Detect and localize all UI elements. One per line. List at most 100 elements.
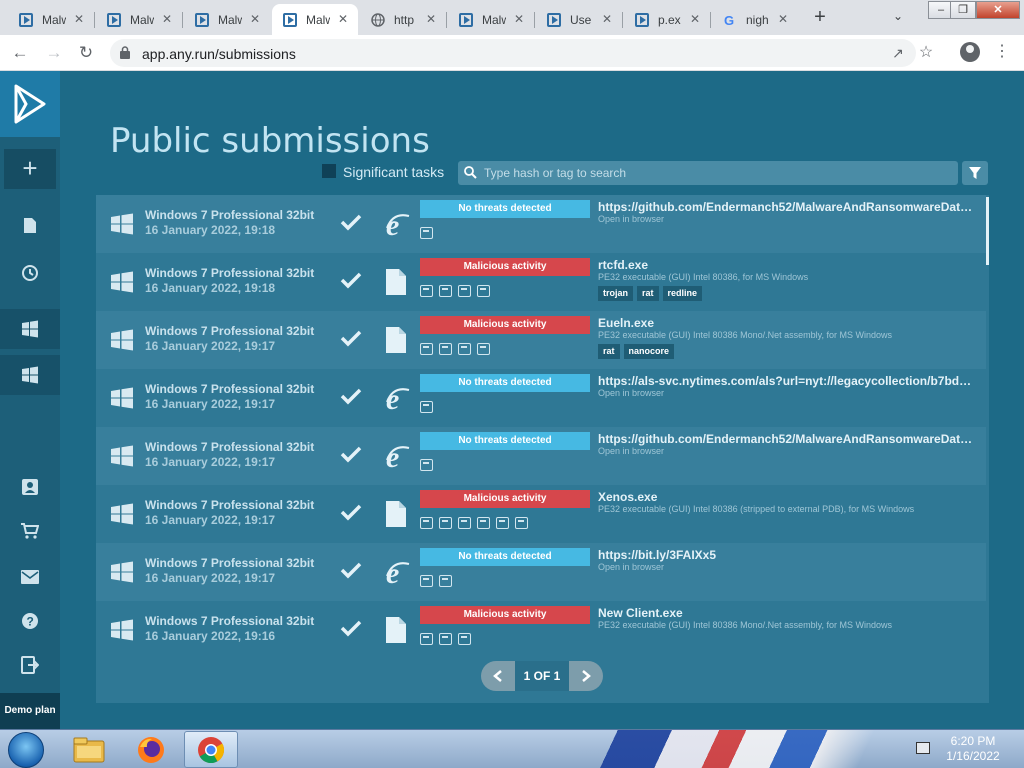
main-content: Public submissions Significant tasks Win… [60, 71, 1024, 729]
chrome-icon[interactable] [184, 731, 238, 768]
maximize-window-button[interactable]: ❐ [950, 1, 976, 19]
submission-name[interactable]: Eueln.exe [598, 316, 976, 330]
reload-icon[interactable]: ↻ [74, 41, 98, 65]
close-tab-icon[interactable]: ✕ [776, 12, 790, 26]
tag[interactable]: nanocore [623, 344, 675, 359]
close-tab-icon[interactable]: ✕ [600, 12, 614, 26]
forward-icon[interactable]: → [42, 41, 66, 65]
profile-icon[interactable] [0, 467, 60, 507]
anyrun-icon [18, 12, 34, 28]
close-tab-icon[interactable]: ✕ [248, 12, 262, 26]
submission-name[interactable]: rtcfd.exe [598, 258, 976, 272]
submission-row[interactable]: Windows 7 Professional 32bit 16 January 2… [96, 427, 986, 485]
explorer-icon[interactable] [62, 731, 116, 768]
tag[interactable]: rat [637, 286, 659, 301]
os-label: Windows 7 Professional 32bit [145, 382, 315, 396]
behavior-icons [420, 575, 452, 589]
tab-separator [534, 12, 535, 28]
close-tab-icon[interactable]: ✕ [336, 12, 350, 26]
filter-button[interactable] [962, 161, 988, 185]
verdict-badge: Malicious activity [420, 606, 590, 624]
browser-tab[interactable]: Malw ✕ [448, 4, 534, 35]
behavior-icon [458, 633, 471, 645]
anyrun-logo-icon[interactable] [0, 71, 60, 137]
check-icon [340, 446, 362, 463]
profile-icon[interactable] [960, 42, 980, 62]
submission-name[interactable]: https://github.com/Endermanch52/MalwareA… [598, 432, 976, 446]
start-button[interactable] [8, 732, 44, 768]
system-clock[interactable]: 6:20 PM 1/16/2022 [938, 734, 1008, 764]
internet-explorer-icon: e [386, 442, 410, 470]
network-tray-icon[interactable] [916, 742, 930, 754]
cart-icon[interactable] [0, 511, 60, 551]
behavior-icon [439, 633, 452, 645]
close-tab-icon[interactable]: ✕ [512, 12, 526, 26]
browser-tab[interactable]: Malw ✕ [184, 4, 270, 35]
demo-plan-label[interactable]: Demo plan [0, 693, 60, 729]
browser-tab[interactable]: Malw ✕ [272, 4, 358, 35]
back-icon[interactable]: ← [8, 41, 32, 65]
prev-page-button[interactable] [481, 661, 515, 691]
close-tab-icon[interactable]: ✕ [160, 12, 174, 26]
new-tab-icon[interactable]: + [808, 6, 832, 30]
submission-description: PE32 executable (GUI) Intel 80386 Mono/.… [598, 330, 892, 340]
anyrun-icon [634, 12, 650, 28]
tab-separator [182, 12, 183, 28]
svg-text:G: G [724, 13, 734, 27]
tab-title: Malw [42, 12, 66, 27]
submission-name[interactable]: https://github.com/Endermanch52/MalwareA… [598, 200, 976, 214]
internet-explorer-icon: e [386, 210, 410, 238]
tab-title: Malw [482, 12, 506, 27]
significant-tasks-label[interactable]: Significant tasks [343, 164, 444, 180]
submission-name[interactable]: https://bit.ly/3FAIXx5 [598, 548, 976, 562]
menu-icon[interactable]: ⋮ [994, 41, 1010, 61]
tag[interactable]: rat [598, 344, 620, 359]
tab-search-icon[interactable]: ⌄ [888, 9, 908, 27]
search-bar[interactable] [458, 161, 958, 185]
submission-row[interactable]: Windows 7 Professional 32bit 16 January 2… [96, 601, 986, 655]
firefox-icon[interactable] [124, 731, 178, 768]
share-icon[interactable]: ↗ [888, 43, 908, 63]
star-icon[interactable]: ☆ [916, 43, 936, 63]
browser-tab[interactable]: Malw ✕ [8, 4, 94, 35]
scrollbar[interactable] [986, 197, 989, 265]
close-tab-icon[interactable]: ✕ [424, 12, 438, 26]
browser-tab[interactable]: Malw ✕ [96, 4, 182, 35]
close-tab-icon[interactable]: ✕ [688, 12, 702, 26]
submission-row[interactable]: Windows 7 Professional 32bit 16 January 2… [96, 253, 986, 311]
browser-tab[interactable]: Use ✕ [536, 4, 622, 35]
new-task-button[interactable]: + [4, 149, 56, 189]
file-icon [386, 617, 406, 643]
submission-name[interactable]: https://als-svc.nytimes.com/als?url=nyt:… [598, 374, 976, 388]
windows-icon[interactable] [0, 309, 60, 349]
history-icon[interactable] [0, 253, 60, 293]
address-bar[interactable]: app.any.run/submissions ↗ ☆ [110, 39, 933, 67]
submission-row[interactable]: Windows 7 Professional 32bit 16 January 2… [96, 311, 986, 369]
logout-icon[interactable] [0, 645, 60, 685]
windows-icon [111, 271, 133, 293]
close-tab-icon[interactable]: ✕ [72, 12, 86, 26]
browser-tab[interactable]: http ✕ [360, 4, 446, 35]
submission-row[interactable]: Windows 7 Professional 32bit 16 January 2… [96, 369, 986, 427]
tag[interactable]: redline [662, 286, 703, 301]
anyrun-icon [458, 12, 474, 28]
submission-row[interactable]: Windows 7 Professional 32bit 16 January 2… [96, 543, 986, 601]
submission-name[interactable]: New Client.exe [598, 606, 976, 620]
tag[interactable]: trojan [598, 286, 634, 301]
windows-icon[interactable] [0, 355, 60, 395]
next-page-button[interactable] [569, 661, 603, 691]
browser-tab[interactable]: Gnigh ✕ [712, 4, 798, 35]
file-icon[interactable] [0, 205, 60, 245]
windows-icon [111, 561, 133, 583]
submission-row[interactable]: Windows 7 Professional 32bit 16 January 2… [96, 485, 986, 543]
mail-icon[interactable] [0, 557, 60, 597]
significant-tasks-checkbox[interactable] [322, 164, 336, 178]
submission-name[interactable]: Xenos.exe [598, 490, 976, 504]
help-icon[interactable]: ? [0, 601, 60, 641]
browser-tab[interactable]: p.ex ✕ [624, 4, 710, 35]
submission-date: 16 January 2022, 19:17 [145, 571, 276, 585]
submission-date: 16 January 2022, 19:17 [145, 455, 276, 469]
close-window-button[interactable]: ✕ [976, 1, 1020, 19]
search-input[interactable] [484, 165, 944, 181]
submission-row[interactable]: Windows 7 Professional 32bit 16 January 2… [96, 195, 986, 253]
